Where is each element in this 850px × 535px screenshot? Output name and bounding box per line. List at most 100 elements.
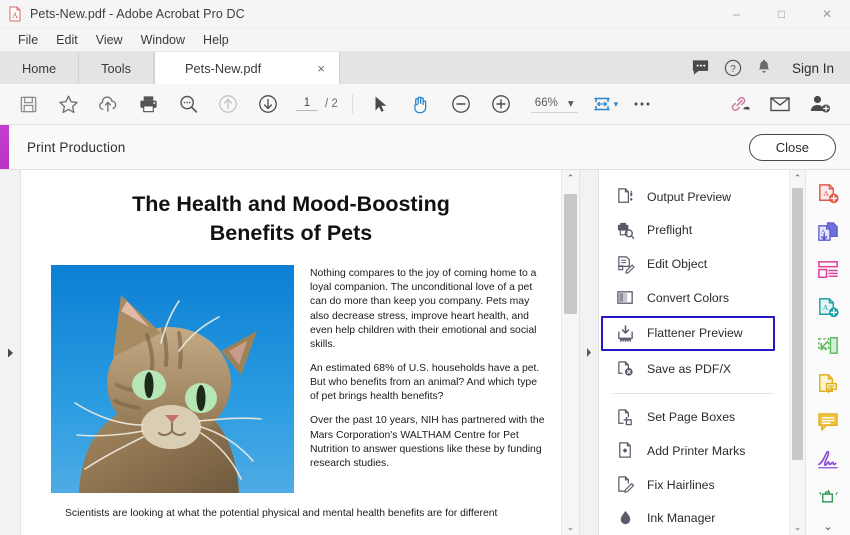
tool-item-fix-hairlines[interactable]: Fix Hairlines [599, 468, 789, 502]
tab-close-icon[interactable]: × [317, 61, 325, 76]
document-paragraph-3: Over the past 10 years, NIH has partnere… [310, 414, 545, 471]
email-envelope-icon[interactable] [760, 84, 800, 124]
hand-pan-icon[interactable] [401, 84, 441, 124]
svg-text:A: A [822, 303, 828, 312]
tool-label: Edit Object [647, 257, 707, 271]
more-tools-icon[interactable] [806, 479, 850, 517]
previous-page-button[interactable] [208, 84, 248, 124]
acrobat-window: A Pets-New.pdf - Adobe Acrobat Pro DC – … [0, 0, 850, 535]
flattener-preview-icon [615, 323, 635, 343]
menu-edit[interactable]: Edit [47, 29, 87, 51]
scroll-thumb[interactable] [564, 194, 577, 314]
document-heading-line2: Benefits of Pets [61, 219, 521, 248]
organize-pages-icon[interactable] [806, 252, 850, 290]
tab-strip: Home Tools Pets-New.pdf × ? [0, 52, 850, 84]
tool-item-add-printer-marks[interactable]: Add Printer Marks [599, 434, 789, 468]
tabby-cat-photo [51, 265, 294, 493]
more-options-icon[interactable] [622, 84, 662, 124]
tool-item-convert-colors[interactable]: Convert Colors [599, 281, 789, 315]
window-controls: – □ ✕ [714, 0, 850, 28]
chat-bubble-icon[interactable] [691, 59, 710, 77]
collapse-panel-arrow-icon[interactable] [585, 347, 593, 358]
panel-scroll-up-arrow[interactable]: ⌃ [790, 170, 805, 186]
menu-file[interactable]: File [9, 29, 47, 51]
tool-item-preflight[interactable]: Preflight [599, 214, 789, 248]
expand-panel-arrow-icon[interactable] [6, 347, 15, 359]
document-bottom-text: Scientists are looking at what the poten… [65, 507, 545, 522]
panel-collapse-strip[interactable] [579, 170, 599, 535]
tab-document[interactable]: Pets-New.pdf × [154, 52, 340, 84]
export-pdf-icon[interactable]: A [806, 290, 850, 328]
tool-item-set-page-boxes[interactable]: Set Page Boxes [599, 400, 789, 434]
print-production-bar: Print Production Close [0, 125, 850, 170]
scroll-down-arrow[interactable]: ⌄ [562, 519, 579, 535]
maximize-button[interactable]: □ [759, 0, 804, 28]
toolbar-right-actions [720, 84, 850, 124]
fill-and-sign-icon[interactable] [806, 441, 850, 479]
help-circle-icon[interactable]: ? [724, 59, 742, 77]
panel-accent-stripe [0, 125, 9, 169]
toolbar-divider-1 [352, 94, 353, 114]
tool-item-save-as-pdfx[interactable]: Save as PDF/X [599, 352, 789, 386]
page-navigation: 1 / 2 [296, 97, 338, 111]
convert-colors-icon [615, 288, 635, 308]
zoom-in-icon[interactable] [481, 84, 521, 124]
panel-scroll-track[interactable] [790, 186, 805, 519]
tool-item-output-preview[interactable]: Output Preview [599, 180, 789, 214]
comment-page-icon[interactable] [806, 365, 850, 403]
cursor-select-icon[interactable] [361, 84, 401, 124]
menu-window[interactable]: Window [132, 29, 194, 51]
fit-page-chevron-icon[interactable]: ▾ [614, 99, 619, 110]
create-pdf-icon[interactable]: A [806, 176, 850, 214]
tool-label: Convert Colors [647, 291, 729, 305]
combine-files-icon[interactable]: A [806, 214, 850, 252]
fix-hairlines-icon [615, 475, 635, 495]
star-favorite-icon[interactable] [48, 84, 88, 124]
window-title: Pets-New.pdf - Adobe Acrobat Pro DC [30, 7, 245, 21]
cloud-upload-icon[interactable] [88, 84, 128, 124]
zoom-level-selector[interactable]: 66% ▾ [531, 96, 578, 113]
save-disk-icon[interactable] [8, 84, 48, 124]
menu-view[interactable]: View [87, 29, 132, 51]
tools-panel-scrollbar[interactable]: ⌃ ⌄ [789, 170, 805, 535]
scroll-up-arrow[interactable]: ⌃ [562, 170, 579, 186]
document-scrollbar[interactable]: ⌃ ⌄ [561, 170, 579, 535]
expand-tools-chevron-icon[interactable]: ⌄ [823, 517, 832, 535]
notification-bell-icon[interactable] [756, 59, 772, 77]
zoom-out-icon[interactable] [441, 84, 481, 124]
document-heading-line1: The Health and Mood-Boosting [61, 190, 521, 219]
page-count-label: / 2 [325, 98, 338, 110]
crop-pages-icon[interactable] [806, 328, 850, 366]
tab-home[interactable]: Home [0, 52, 79, 84]
main-content-row: The Health and Mood-Boosting Benefits of… [0, 170, 850, 535]
tools-panel-divider [613, 393, 773, 394]
printer-icon[interactable] [128, 84, 168, 124]
scroll-track[interactable] [562, 186, 579, 519]
set-page-boxes-icon [615, 407, 635, 427]
panel-scroll-thumb[interactable] [792, 188, 803, 460]
menu-help[interactable]: Help [194, 29, 238, 51]
document-paragraph-2: An estimated 68% of U.S. households have… [310, 362, 545, 404]
chevron-down-icon[interactable]: ▾ [568, 96, 574, 110]
close-window-button[interactable]: ✕ [804, 0, 850, 28]
tool-item-flattener-preview[interactable]: Flattener Preview [601, 316, 775, 351]
next-page-button[interactable] [248, 84, 288, 124]
left-navigation-rail[interactable] [0, 170, 21, 535]
close-print-production-button[interactable]: Close [749, 134, 836, 161]
tab-strip-right-actions: ? Sign In [691, 52, 850, 84]
minimize-button[interactable]: – [714, 0, 759, 28]
comment-bubble-icon[interactable] [806, 403, 850, 441]
page-number-input[interactable]: 1 [296, 97, 318, 111]
tool-label: Fix Hairlines [647, 478, 715, 492]
tab-tools[interactable]: Tools [79, 52, 154, 84]
sign-in-button[interactable]: Sign In [786, 61, 838, 76]
tool-item-ink-manager[interactable]: Ink Manager [599, 501, 789, 535]
pdf-document-icon: A [7, 6, 23, 22]
pdf-page[interactable]: The Health and Mood-Boosting Benefits of… [21, 170, 561, 535]
search-magnifier-icon[interactable] [168, 84, 208, 124]
add-person-icon[interactable] [800, 84, 840, 124]
share-link-icon[interactable] [720, 84, 760, 124]
tool-label: Add Printer Marks [647, 444, 745, 458]
panel-scroll-down-arrow[interactable]: ⌄ [790, 519, 805, 535]
tool-item-edit-object[interactable]: Edit Object [599, 247, 789, 281]
